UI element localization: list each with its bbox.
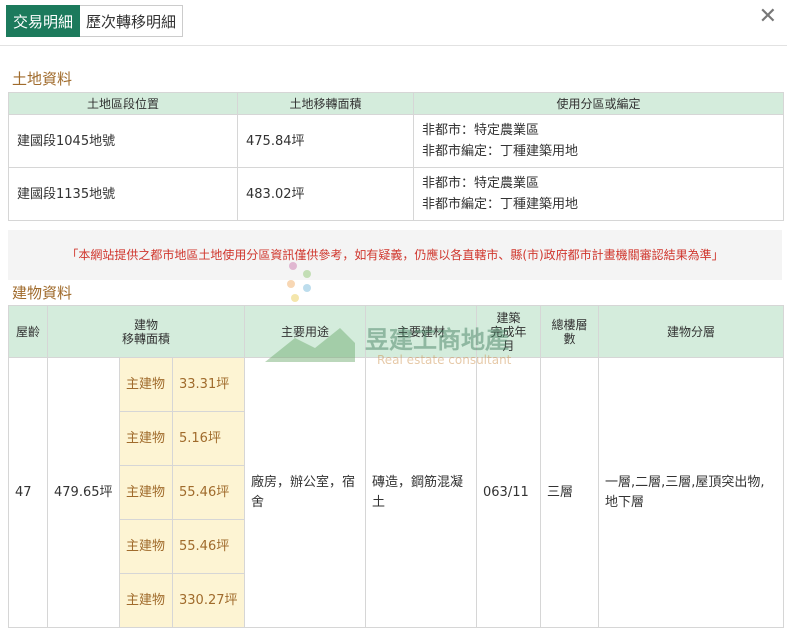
sub-area: 33.31坪 xyxy=(171,357,246,412)
land-area: 483.02坪 xyxy=(237,167,414,221)
sub-area: 330.27坪 xyxy=(171,573,246,628)
sub-label: 主建物 xyxy=(119,519,173,574)
building-age: 47 xyxy=(8,357,48,628)
zone-line: 非都市：特定農業區 xyxy=(422,176,540,191)
table-row: 47 479.65坪 主建物 33.31坪 廠房，辦公室，宿舍 磚造，鋼筋混凝土… xyxy=(8,357,785,628)
land-location: 建國段1135地號 xyxy=(8,167,238,221)
disclaimer-notice: 「本網站提供之都市地區土地使用分區資訊僅供參考，如有疑義，仍應以各直轄市、縣(市… xyxy=(8,230,782,280)
sub-area: 55.46坪 xyxy=(171,519,246,574)
building-header-material: 主要建材 xyxy=(365,305,478,358)
close-icon[interactable]: ✕ xyxy=(759,4,777,29)
land-header-area: 土地移轉面積 xyxy=(237,92,414,115)
land-header-location: 土地區段位置 xyxy=(8,92,238,115)
sub-area: 55.46坪 xyxy=(171,465,246,520)
building-section-title: 建物資料 xyxy=(12,284,73,302)
sub-label: 主建物 xyxy=(119,411,173,466)
tab-bar: 交易明細 歷次轉移明細 xyxy=(6,5,184,37)
tab-transaction-details[interactable]: 交易明細 xyxy=(6,5,81,37)
table-row: 建國段1045地號 475.84坪 非都市：特定農業區非都市編定：丁種建築用地 xyxy=(8,114,784,168)
building-material: 磚造，鋼筋混凝土 xyxy=(365,357,478,628)
building-floors: 三層 xyxy=(540,357,600,628)
land-zone: 非都市：特定農業區非都市編定：丁種建築用地 xyxy=(413,114,784,168)
table-row: 建國段1135地號 483.02坪 非都市：特定農業區非都市編定：丁種建築用地 xyxy=(8,167,784,221)
sub-label: 主建物 xyxy=(119,465,173,520)
zone-line: 非都市編定：丁種建築用地 xyxy=(422,144,579,159)
land-location: 建國段1045地號 xyxy=(8,114,238,168)
sub-label: 主建物 xyxy=(119,573,173,628)
building-header-age: 屋齡 xyxy=(8,305,48,358)
land-header-zone: 使用分區或編定 xyxy=(413,92,784,115)
land-section-title: 土地資料 xyxy=(12,70,73,88)
building-levels: 一層,二層,三層,屋頂突出物,地下層 xyxy=(598,357,785,628)
building-header-use: 主要用途 xyxy=(244,305,367,358)
building-completed: 063/11 xyxy=(476,357,542,628)
sub-label: 主建物 xyxy=(119,357,173,412)
zone-line: 非都市：特定農業區 xyxy=(422,123,540,138)
building-header-completed: 建築 完成年 月 xyxy=(476,305,542,358)
building-header-levels: 建物分層 xyxy=(598,305,785,358)
building-use: 廠房，辦公室，宿舍 xyxy=(244,357,367,628)
sub-area: 5.16坪 xyxy=(171,411,246,466)
land-table: 土地區段位置 土地移轉面積 使用分區或編定 建國段1045地號 475.84坪 … xyxy=(8,92,784,221)
building-header-floors: 總樓層 數 xyxy=(540,305,600,358)
building-total-area: 479.65坪 xyxy=(47,357,120,628)
building-table: 屋齡 建物 移轉面積 主要用途 主要建材 建築 完成年 月 總樓層 數 建物分層… xyxy=(8,305,785,628)
zone-line: 非都市編定：丁種建築用地 xyxy=(422,197,579,212)
divider xyxy=(0,45,787,46)
tab-transfer-history[interactable]: 歷次轉移明細 xyxy=(80,5,184,37)
building-header-area: 建物 移轉面積 xyxy=(46,305,246,358)
land-zone: 非都市：特定農業區非都市編定：丁種建築用地 xyxy=(413,167,784,221)
land-area: 475.84坪 xyxy=(237,114,414,168)
